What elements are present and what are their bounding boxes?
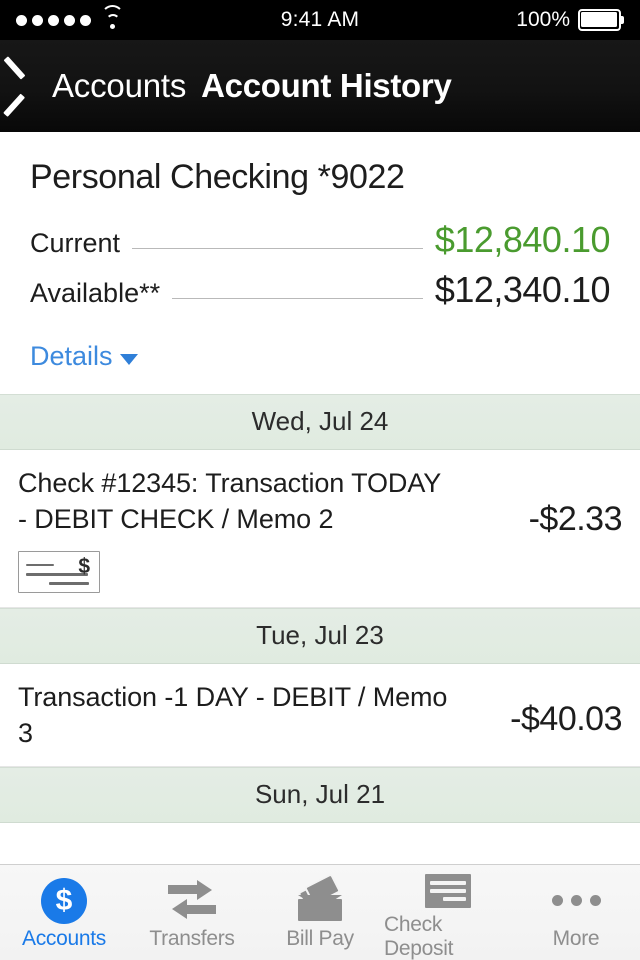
- transaction-content: Transaction -1 DAY - DEBIT / Memo 3: [18, 680, 498, 752]
- status-bar: 9:41 AM 100%: [0, 0, 640, 40]
- leader-line: [172, 298, 423, 299]
- tab-check-deposit[interactable]: Check Deposit: [384, 865, 512, 960]
- tab-bill-pay[interactable]: Bill Pay: [256, 865, 384, 960]
- balance-amount-available: $12,340.10: [434, 269, 611, 310]
- tab-accounts[interactable]: $ Accounts: [0, 865, 128, 960]
- envelope-card-icon: [294, 873, 346, 922]
- battery-full-icon: [578, 9, 624, 31]
- balance-label-current: Current: [30, 228, 121, 258]
- tab-more[interactable]: More: [512, 865, 640, 960]
- transaction-amount: -$2.33: [528, 500, 623, 538]
- details-label: Details: [30, 341, 113, 371]
- balance-amount-current: $12,840.10: [434, 219, 611, 260]
- tab-label-accounts: Accounts: [22, 927, 106, 950]
- section-date-header: Tue, Jul 23: [0, 607, 640, 664]
- chevron-left-icon[interactable]: [3, 56, 46, 117]
- back-button-label[interactable]: Accounts: [52, 67, 186, 105]
- transaction-row[interactable]: Check #12345: Transaction TODAY - DEBIT …: [0, 450, 640, 608]
- section-date-header: Sun, Jul 21: [0, 766, 640, 823]
- ellipsis-icon: [550, 878, 602, 922]
- tab-label-check-deposit: Check Deposit: [384, 912, 454, 960]
- tab-label-more: More: [552, 927, 600, 950]
- dollar-circle-icon: $: [38, 878, 90, 924]
- transaction-description: Transaction -1 DAY - DEBIT / Memo 3: [18, 681, 448, 748]
- details-toggle[interactable]: Details: [30, 341, 138, 372]
- transaction-row[interactable]: Transaction -1 DAY - DEBIT / Memo 3 -$40…: [0, 663, 640, 767]
- transfer-arrows-icon: [166, 878, 218, 922]
- balance-row-available: Available** $12,340.10: [30, 269, 611, 311]
- leader-line: [132, 248, 423, 249]
- transaction-description: Check #12345: Transaction TODAY - DEBIT …: [18, 468, 441, 534]
- check-image-icon[interactable]: $: [18, 550, 100, 593]
- account-summary: Personal Checking *9022 Current $12,840.…: [0, 132, 640, 394]
- tab-label-transfers: Transfers: [149, 927, 235, 950]
- transaction-amount: -$40.03: [510, 699, 622, 738]
- navigation-bar: Accounts Account History: [0, 40, 640, 132]
- tab-bar: $ Accounts Transfers Bill Pay Check Depo…: [0, 864, 640, 960]
- account-name: Personal Checking *9022: [30, 158, 405, 196]
- app-root: 9:41 AM 100% Accounts Account History Pe…: [0, 0, 640, 960]
- section-date-header: Wed, Jul 24: [0, 394, 640, 450]
- check-lines-icon: [422, 869, 474, 908]
- tab-transfers[interactable]: Transfers: [128, 865, 256, 960]
- battery-percent-label: 100%: [516, 8, 570, 31]
- balance-label-available: Available**: [30, 278, 161, 308]
- balance-row-current: Current $12,840.10: [30, 219, 611, 261]
- transaction-list: Wed, Jul 24 Check #12345: Transaction TO…: [0, 394, 640, 823]
- tab-label-bill-pay: Bill Pay: [286, 927, 354, 950]
- check-dollar-glyph: $: [78, 554, 90, 578]
- caret-down-icon: [119, 354, 138, 365]
- status-bar-right: 100%: [516, 8, 624, 32]
- transaction-content: Check #12345: Transaction TODAY - DEBIT …: [18, 466, 517, 593]
- page-title: Account History: [201, 67, 452, 104]
